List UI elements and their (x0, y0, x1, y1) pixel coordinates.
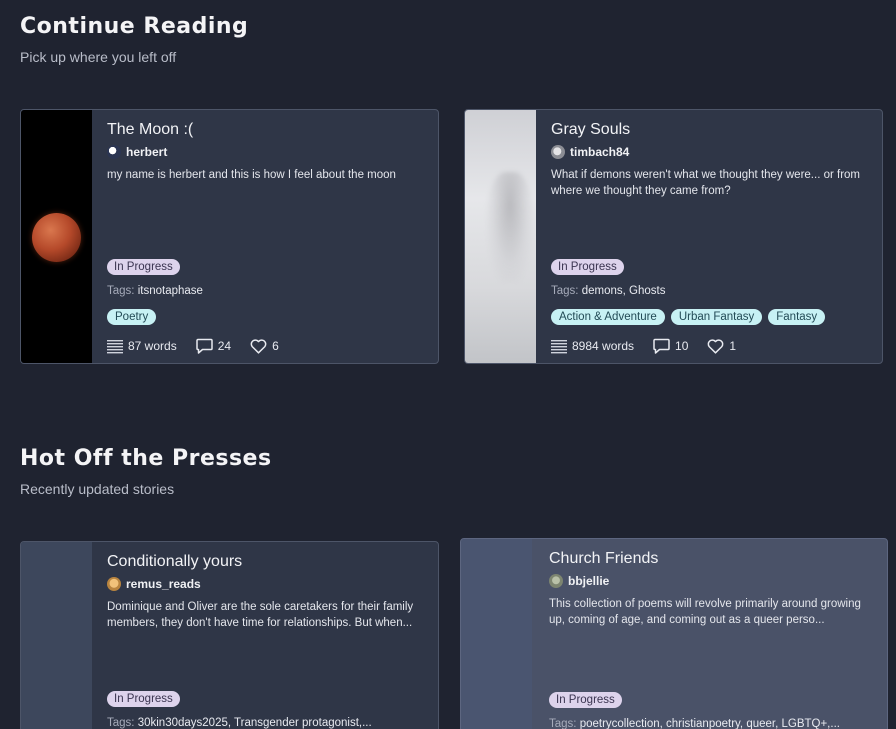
tags-label: Tags: (551, 285, 579, 297)
genre-badge[interactable]: Action & Adventure (551, 309, 665, 325)
author-name[interactable]: remus_reads (126, 577, 201, 591)
comment-count: 24 (217, 339, 232, 353)
story-author[interactable]: timbach84 (551, 145, 629, 159)
tags-value[interactable]: itsnotaphase (138, 285, 203, 297)
story-cover-image[interactable] (21, 542, 92, 729)
story-description: my name is herbert and this is how I fee… (107, 169, 396, 181)
tags-value[interactable]: 30kin30days2025, Transgender protagonist… (138, 717, 372, 729)
avatar (107, 145, 121, 159)
avatar (107, 577, 121, 591)
status-badge: In Progress (551, 259, 624, 275)
hot-off-presses-section: Hot Off the Presses Recently updated sto… (20, 446, 890, 497)
lines-icon (107, 339, 123, 354)
heart-icon[interactable] (707, 338, 724, 354)
genre-badge[interactable]: Poetry (107, 309, 157, 325)
author-name[interactable]: herbert (126, 145, 167, 159)
comment-icon (195, 338, 213, 354)
story-cover-image[interactable] (21, 110, 92, 363)
story-stats: 87 words 24 6 (107, 338, 279, 354)
lines-icon (551, 339, 567, 354)
like-count: 1 (729, 339, 737, 353)
story-card-the-moon[interactable]: The Moon :( herbert my name is herbert a… (20, 109, 439, 364)
story-tags: Tags: itsnotaphase (107, 285, 203, 297)
story-card-gray-souls[interactable]: Gray Souls timbach84 What if demons were… (464, 109, 883, 364)
avatar (551, 145, 565, 159)
story-cover-image[interactable] (465, 110, 536, 363)
tags-value[interactable]: demons, Ghosts (582, 285, 666, 297)
status-badge: In Progress (107, 691, 180, 707)
genre-list: Poetry (107, 309, 157, 325)
story-tags: Tags: demons, Ghosts (551, 285, 665, 297)
story-description: What if demons weren't what we thought t… (551, 169, 861, 197)
tags-label: Tags: (107, 717, 135, 729)
story-title[interactable]: The Moon :( (107, 121, 193, 139)
like-count: 6 (272, 339, 279, 353)
continue-reading-section: Continue Reading Pick up where you left … (20, 14, 890, 65)
section-title: Hot Off the Presses (20, 446, 272, 471)
story-author[interactable]: bbjellie (549, 574, 609, 588)
story-title[interactable]: Church Friends (549, 550, 658, 568)
story-tags: Tags: 30kin30days2025, Transgender prota… (107, 717, 372, 729)
story-card-church-friends[interactable]: Church Friends bbjellie This collection … (460, 538, 888, 729)
author-name[interactable]: timbach84 (570, 145, 629, 159)
section-subtitle: Recently updated stories (20, 481, 175, 497)
genre-list: Action & Adventure Urban Fantasy Fantasy (551, 309, 826, 325)
avatar (549, 574, 563, 588)
story-author[interactable]: remus_reads (107, 577, 201, 591)
genre-badge[interactable]: Fantasy (768, 309, 826, 325)
word-count: 8984 words (572, 339, 635, 353)
story-description: Dominique and Oliver are the sole careta… (107, 601, 414, 629)
tags-label: Tags: (549, 718, 577, 729)
story-author[interactable]: herbert (107, 145, 167, 159)
status-badge: In Progress (107, 259, 180, 275)
status-badge: In Progress (549, 692, 622, 708)
author-name[interactable]: bbjellie (568, 574, 609, 588)
section-subtitle: Pick up where you left off (20, 49, 177, 65)
genre-badge[interactable]: Urban Fantasy (670, 309, 763, 325)
story-cover-image[interactable] (461, 539, 532, 729)
hand-image (487, 172, 533, 282)
story-card-conditionally-yours[interactable]: Conditionally yours remus_reads Dominiqu… (20, 541, 439, 729)
word-count: 87 words (128, 339, 177, 353)
tags-value[interactable]: poetrycollection, christianpoetry, queer… (580, 718, 840, 729)
section-title: Continue Reading (20, 14, 249, 39)
comment-count: 10 (675, 339, 689, 353)
story-stats: 8984 words 10 1 (551, 338, 736, 354)
story-tags: Tags: poetrycollection, christianpoetry,… (549, 718, 840, 729)
moon-image (32, 213, 81, 262)
story-description: This collection of poems will revolve pr… (549, 598, 861, 626)
tags-label: Tags: (107, 285, 135, 297)
comment-icon (653, 338, 670, 354)
story-title[interactable]: Gray Souls (551, 121, 630, 139)
heart-icon[interactable] (250, 338, 267, 354)
story-title[interactable]: Conditionally yours (107, 553, 242, 571)
